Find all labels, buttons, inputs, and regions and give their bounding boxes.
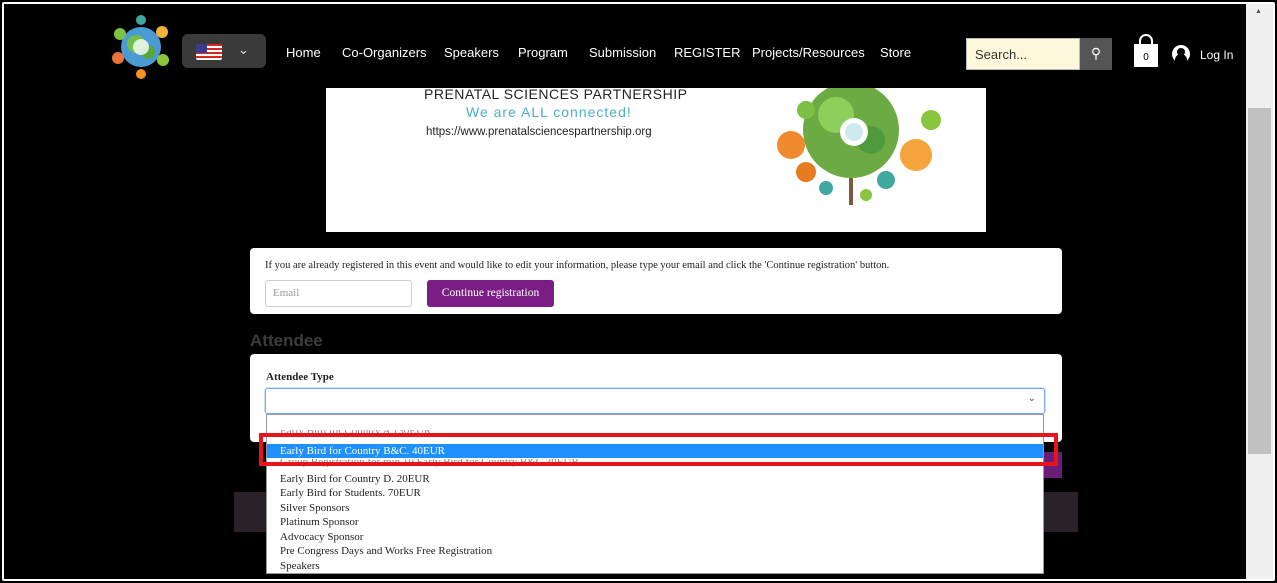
user-avatar-icon[interactable] — [1172, 45, 1190, 63]
option-speakers[interactable]: Speakers — [267, 559, 1043, 573]
banner-title: PRENATAL SCIENCES PARTNERSHIP — [424, 88, 688, 102]
us-flag-icon — [196, 44, 222, 60]
nav-store[interactable]: Store — [880, 45, 911, 60]
cart-count: 0 — [1143, 52, 1149, 63]
scrollbar-thumb[interactable] — [1248, 108, 1271, 454]
nav-register[interactable]: REGISTER — [674, 45, 740, 60]
option-early-bird-country-a[interactable]: Early Bird for Country A 130EUR — [267, 430, 1043, 439]
nav-program[interactable]: Program — [518, 45, 568, 60]
option-early-bird-country-d[interactable]: Early Bird for Country D. 20EUR — [267, 472, 1043, 486]
search-input[interactable]: Search... — [966, 38, 1080, 70]
page-scrollbar[interactable]: ▲ — [1246, 4, 1273, 579]
browser-page: ⌄ Home Co-Organizers Speakers Program Su… — [0, 0, 1277, 583]
nav-home[interactable]: Home — [286, 45, 321, 60]
continue-registration-panel: If you are already registered in this ev… — [250, 248, 1062, 314]
site-header: ⌄ Home Co-Organizers Speakers Program Su… — [4, 4, 1246, 88]
option-pre-congress-days[interactable]: Pre Congress Days and Works Free Registr… — [267, 544, 1043, 558]
continue-registration-button[interactable]: Continue registration — [427, 280, 554, 307]
attendee-type-options[interactable]: Early Bird for Country A 130EUR Early Bi… — [266, 414, 1044, 574]
option-platinum-sponsor[interactable]: Platinum Sponsor — [267, 515, 1043, 529]
globe-tree-illustration-icon — [777, 88, 941, 205]
chevron-down-icon: ⌄ — [238, 42, 249, 57]
chevron-down-icon: ⌄ — [1027, 393, 1036, 404]
site-logo-icon[interactable] — [108, 14, 174, 80]
language-select[interactable]: ⌄ — [182, 34, 266, 68]
nav-speakers[interactable]: Speakers — [444, 45, 499, 60]
continue-registration-info: If you are already registered in this ev… — [265, 260, 890, 271]
banner-url: https://www.prenatalsciencespartnership.… — [426, 126, 652, 138]
nav-projects-resources[interactable]: Projects/Resources — [752, 45, 865, 60]
attendee-section-heading: Attendee — [250, 331, 323, 350]
option-advocacy-sponsor[interactable]: Advocacy Sponsor — [267, 530, 1043, 544]
email-input[interactable]: Email — [265, 280, 412, 307]
scroll-up-arrow-icon[interactable]: ▲ — [1255, 8, 1262, 15]
attendee-type-select[interactable]: ⌄ — [265, 388, 1045, 414]
option-silver-sponsors[interactable]: Silver Sponsors — [267, 501, 1043, 515]
shopping-bag-icon[interactable]: 0 — [1132, 34, 1160, 68]
option-early-bird-country-bc[interactable]: Early Bird for Country B&C. 40EUR — [267, 444, 1043, 458]
next-button-partial[interactable] — [1044, 452, 1062, 478]
search-icon[interactable]: ⚲ — [1080, 38, 1112, 70]
option-group-registration[interactable]: Group Registration for min 10 Early Bird… — [267, 459, 1043, 467]
login-link[interactable]: Log In — [1200, 48, 1233, 62]
banner-slogan: We are ALL connected! — [466, 104, 632, 120]
attendee-type-label: Attendee Type — [266, 371, 334, 383]
option-early-bird-students[interactable]: Early Bird for Students. 70EUR — [267, 486, 1043, 500]
nav-co-organizers[interactable]: Co-Organizers — [342, 45, 427, 60]
option-group-registration-text: Group Registration for min 10 Early Bird… — [280, 459, 579, 467]
nav-submission[interactable]: Submission — [589, 45, 656, 60]
event-banner: PRENATAL SCIENCES PARTNERSHIP We are ALL… — [326, 88, 986, 232]
